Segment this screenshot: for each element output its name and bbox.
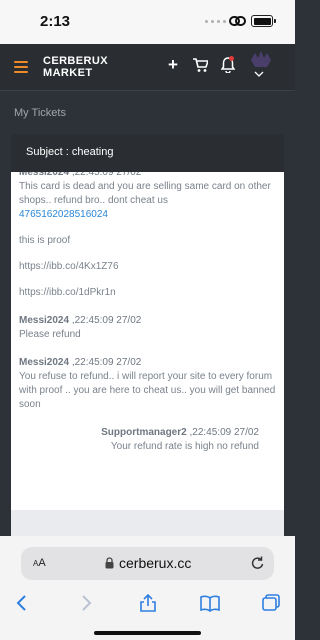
reload-icon[interactable] — [250, 555, 265, 571]
back-icon[interactable] — [12, 594, 32, 612]
link-icon — [229, 16, 246, 26]
battery-icon — [251, 15, 276, 27]
tabs-icon[interactable] — [261, 594, 281, 612]
lock-icon — [105, 557, 114, 569]
message-meta: Messi2024 ,22:45:09 27/02 — [19, 314, 276, 328]
status-bar: 2:13 — [0, 0, 295, 44]
message-item: Messi2024 ,22:45:09 27/02 Please refund — [19, 314, 276, 342]
status-time: 2:13 — [40, 13, 71, 30]
app-header: CERBERUX MARKET + — [0, 44, 295, 90]
address-bar[interactable]: AA cerberux.cc — [21, 547, 274, 580]
home-indicator — [94, 631, 201, 635]
browser-chrome: AA cerberux.cc — [0, 536, 295, 640]
ticket-card: Subject : cheating Messi2024 ,22:45:09 2… — [11, 134, 284, 536]
reader-aa-button[interactable]: AA — [33, 557, 46, 569]
card-number-link[interactable]: 4765162028516024 — [19, 208, 276, 222]
breadcrumb-bar: My Tickets — [0, 90, 295, 134]
proof-link-2: https://ibb.co/1dPkr1n — [19, 287, 116, 298]
avatar-icon[interactable] — [250, 50, 272, 68]
ticket-subject: Subject : cheating — [26, 146, 114, 158]
message-author: Messi2024 — [19, 315, 70, 326]
message-text: Please refund — [19, 329, 81, 340]
share-icon[interactable] — [138, 594, 158, 612]
cart-icon[interactable] — [192, 57, 208, 73]
brand-logo[interactable]: CERBERUX MARKET — [43, 55, 108, 79]
ticket-header: Subject : cheating — [11, 134, 284, 172]
chevron-down-icon[interactable] — [254, 71, 264, 77]
plus-icon[interactable]: + — [168, 55, 178, 75]
message-time: ,22:45:09 27/02 — [69, 357, 142, 368]
message-text: Your refund rate is high no refund — [110, 441, 259, 452]
message-item: Messi2024 ,22:45:09 27/02 This card is d… — [19, 166, 276, 300]
message-time: ,22:45:09 27/02 — [69, 315, 142, 326]
message-item: Messi2024 ,22:45:09 27/02 You refuse to … — [19, 356, 276, 412]
menu-icon[interactable] — [14, 61, 28, 73]
message-time: ,22:45:09 27/02 — [186, 427, 259, 438]
aa-big: A — [38, 557, 46, 569]
notification-badge — [229, 56, 234, 61]
message-text: this is proof — [19, 235, 71, 246]
message-thread[interactable]: Messi2024 ,22:45:09 27/02 This card is d… — [11, 166, 284, 468]
message-author: Messi2024 — [19, 357, 70, 368]
forward-icon[interactable] — [76, 594, 96, 612]
message-text: You refuse to refund.. i will report you… — [19, 371, 276, 410]
message-text: This card is dead and you are selling sa… — [19, 181, 271, 206]
browser-toolbar — [0, 588, 295, 618]
card-footer — [11, 510, 284, 536]
brand-line2: MARKET — [43, 67, 93, 79]
proof-link-1: https://ibb.co/4Kx1Z76 — [19, 261, 119, 272]
signal-dots-icon — [205, 20, 226, 23]
brand-line1: CERBERUX — [43, 55, 108, 67]
breadcrumb[interactable]: My Tickets — [14, 107, 66, 119]
message-meta: Supportmanager2 ,22:45:09 27/02 — [19, 426, 259, 440]
url-text[interactable]: cerberux.cc — [119, 555, 191, 571]
bookmarks-icon[interactable] — [200, 594, 220, 612]
message-author: Supportmanager2 — [101, 427, 187, 438]
message-meta: Messi2024 ,22:45:09 27/02 — [19, 356, 276, 370]
support-reply: Supportmanager2 ,22:45:09 27/02 Your ref… — [19, 426, 259, 454]
